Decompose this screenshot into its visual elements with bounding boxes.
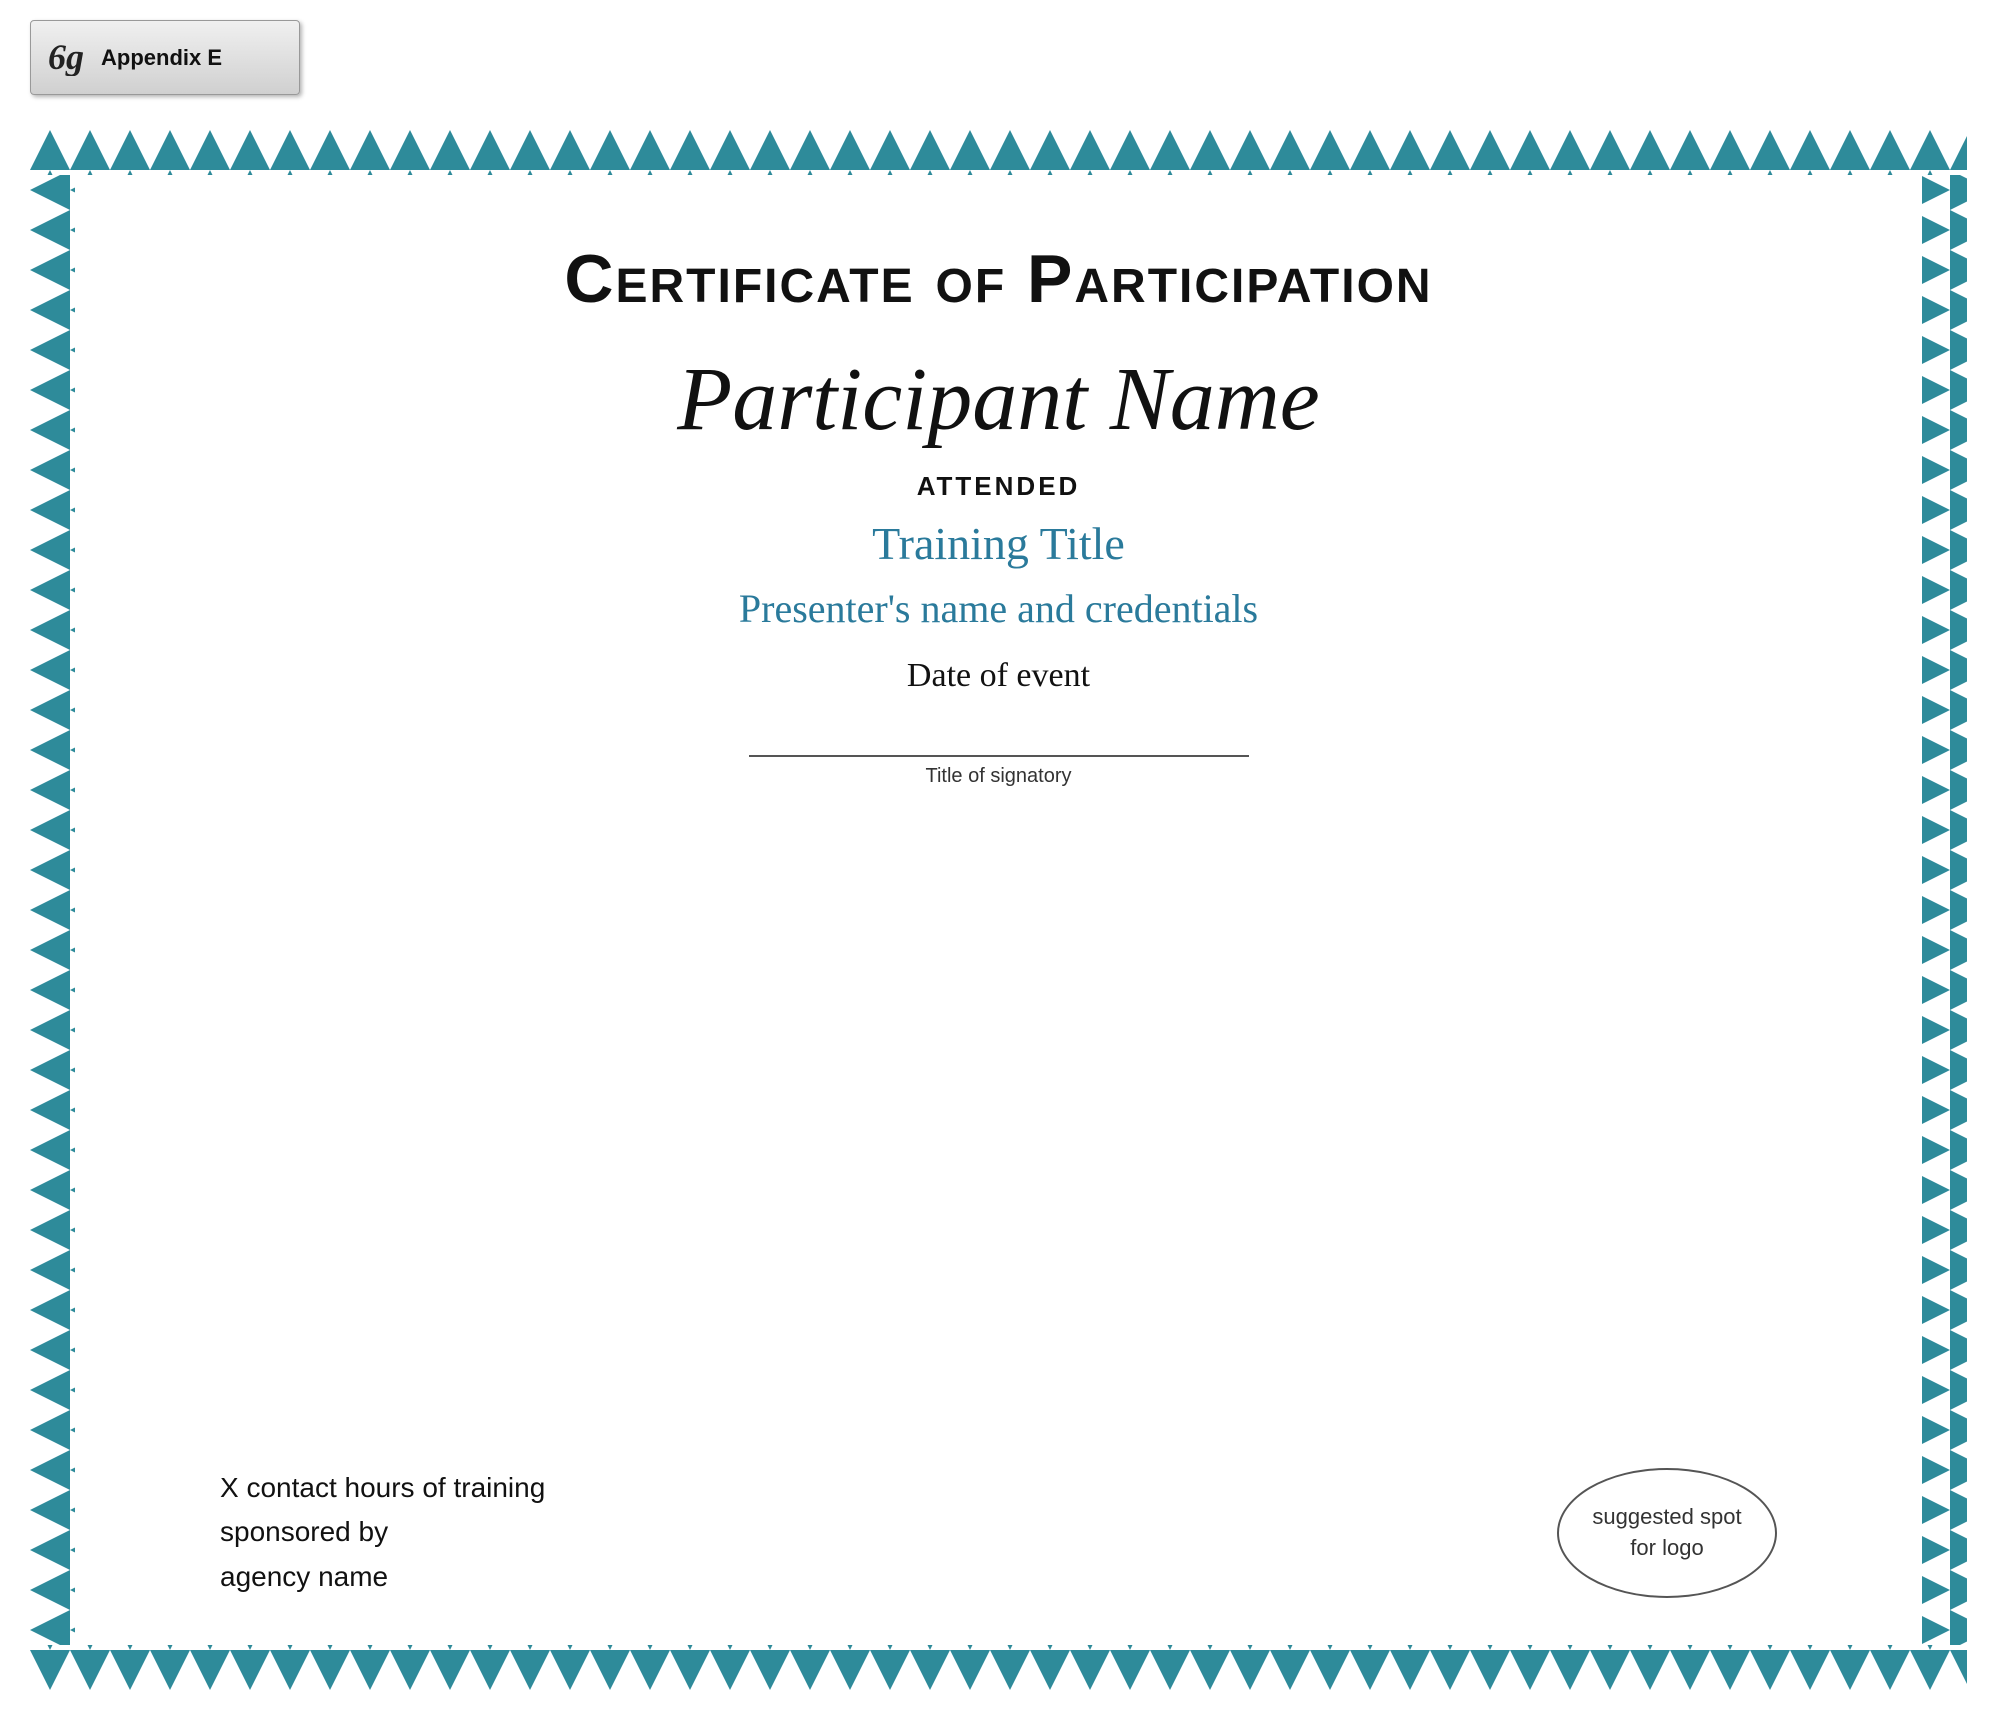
signature-line bbox=[749, 755, 1249, 757]
certificate-border: Certificate of Participation Participant… bbox=[30, 130, 1967, 1690]
signature-label: Title of signatory bbox=[749, 765, 1249, 788]
appendix-label: Appendix E bbox=[101, 45, 222, 71]
participant-name: Participant Name bbox=[677, 348, 1319, 451]
attended-label: ATTENDED bbox=[917, 471, 1081, 502]
certificate-content: Certificate of Participation Participant… bbox=[80, 180, 1917, 1640]
bottom-section: X contact hours of training sponsored by… bbox=[160, 1466, 1837, 1600]
appendix-tab: 6g Appendix E bbox=[30, 20, 300, 95]
appendix-icon: 6g bbox=[46, 31, 91, 85]
presenter-credentials: Presenter's name and credentials bbox=[739, 585, 1258, 632]
logo-spot: suggested spot for logo bbox=[1557, 1468, 1777, 1598]
contact-hours: X contact hours of training sponsored by… bbox=[220, 1466, 545, 1600]
svg-text:6g: 6g bbox=[48, 37, 84, 76]
training-title: Training Title bbox=[872, 517, 1125, 570]
certificate-title: Certificate of Participation bbox=[564, 240, 1432, 318]
date-of-event: Date of event bbox=[907, 657, 1090, 695]
certificate-wrapper: Certificate of Participation Participant… bbox=[30, 130, 1967, 1690]
signature-area: Title of signatory bbox=[749, 755, 1249, 788]
